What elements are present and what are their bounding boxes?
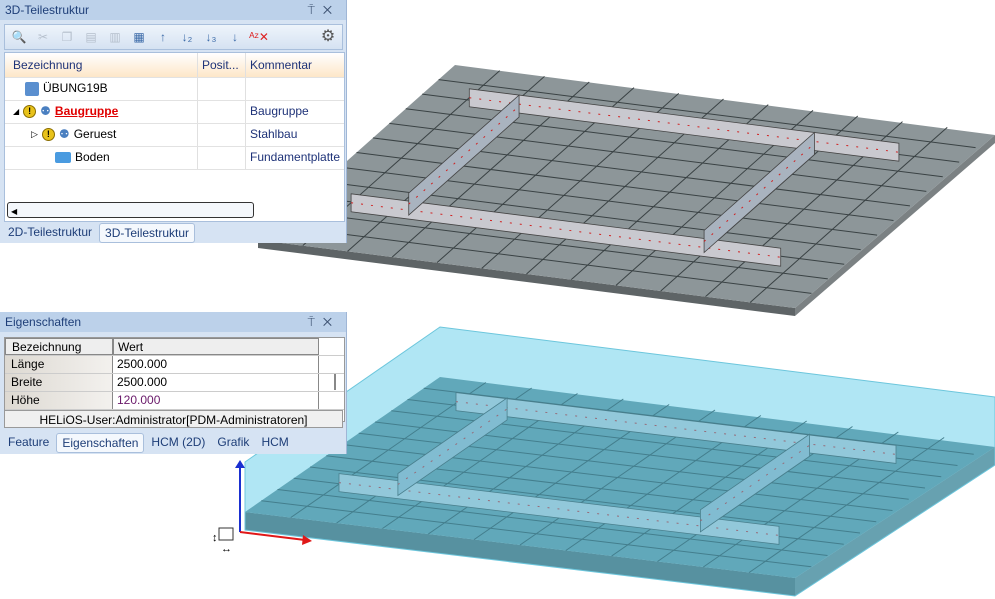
tab-hcm[interactable]: HCM	[256, 433, 293, 453]
paste-icon[interactable]: ▤	[81, 28, 101, 46]
cut-icon[interactable]: ✂	[33, 28, 53, 46]
eigenschaften-panel: Eigenschaften ⍑✕ Bezeichnung Wert Länge 25…	[0, 312, 347, 454]
collapse-all-icon[interactable]: ↑	[153, 28, 173, 46]
property-row[interactable]: Höhe 120.000	[5, 392, 344, 410]
tab-3d-teilestruktur[interactable]: 3D-Teilestruktur	[99, 223, 196, 243]
part-tree: Bezeichnung Posit... Kommentar ÜBUNG19B …	[4, 52, 345, 222]
teilestruktur-panel: 3D-Teilestruktur ⍑✕ 🔍 ✂ ❐ ▤ ▥ ▦ ↑ ↓₂ ↓₃ …	[0, 0, 347, 243]
tree-row-comment: Stahlbau	[250, 127, 298, 141]
tree-row-pos	[198, 147, 246, 169]
property-value[interactable]: 2500.000	[113, 356, 319, 373]
expanded-triangle-icon[interactable]: ◢	[13, 101, 19, 122]
tree-row-name: Baugruppe	[54, 104, 119, 118]
properties-tabs: Feature Eigenschaften HCM (2D) Grafik HC…	[0, 433, 294, 453]
tree-row[interactable]: ◢! ⚉ Baugruppe Baugruppe	[5, 101, 344, 124]
tab-grafik[interactable]: Grafik	[212, 433, 254, 453]
warning-icon: !	[41, 128, 55, 142]
horizontal-scrollbar[interactable]: ◀	[7, 202, 254, 218]
panel-title: 3D-Teilestruktur ⍑✕	[0, 0, 346, 20]
property-value[interactable]: 120.000	[113, 392, 319, 409]
model-view-top	[258, 65, 995, 316]
expand-level2-icon[interactable]: ↓₂	[177, 28, 197, 46]
copy-icon[interactable]: ❐	[57, 28, 77, 46]
tree-header: Bezeichnung Posit... Kommentar	[5, 53, 344, 78]
tab-hcm-2d[interactable]: HCM (2D)	[146, 433, 210, 453]
property-row[interactable]: Länge 2500.000	[5, 356, 344, 374]
property-name: Länge	[5, 356, 113, 373]
pin-icon[interactable]: ⍑	[308, 3, 323, 17]
paste-reference-icon[interactable]: ▦	[129, 28, 149, 46]
tree-row-comment: Fundamentplatte	[250, 150, 341, 164]
tree-row-pos	[198, 101, 246, 123]
column-header-wert[interactable]: Wert	[113, 338, 319, 355]
pin-icon[interactable]: ⍑	[308, 315, 323, 329]
tree-tabs: 2D-Teilestruktur 3D-Teilestruktur	[0, 223, 196, 243]
assembly-icon: ⚉	[40, 104, 51, 119]
tree-row-comment	[246, 78, 344, 100]
transparent-slab	[244, 326, 995, 597]
column-header-bezeichnung[interactable]: Bezeichnung	[5, 53, 198, 77]
tree-row-name: Geruest	[73, 127, 117, 141]
tree-row-comment: Baugruppe	[250, 104, 309, 118]
search-icon[interactable]: 🔍	[9, 28, 29, 46]
svg-text:↔: ↔	[221, 543, 232, 555]
assembly-root-icon	[25, 81, 39, 96]
tab-eigenschaften[interactable]: Eigenschaften	[56, 433, 145, 453]
close-icon[interactable]: ✕	[323, 315, 340, 329]
svg-text:↕: ↕	[212, 532, 218, 544]
part-block-icon	[55, 152, 71, 164]
expand-all-icon[interactable]: ↓	[225, 28, 245, 46]
tree-row-pos	[198, 78, 246, 100]
model-view-bottom	[244, 326, 995, 597]
grid-header: Bezeichnung Wert	[5, 338, 344, 356]
tree-row[interactable]: ▷! ⚉ Geruest Stahlbau	[5, 124, 344, 147]
paste-special-icon[interactable]: ▥	[105, 28, 125, 46]
gear-icon[interactable]: ⚙	[318, 28, 338, 46]
tree-row[interactable]: Boden Fundamentplatte	[5, 147, 344, 170]
tree-row-name: ÜBUNG19B	[43, 81, 108, 95]
property-name: Höhe	[5, 392, 113, 409]
user-status: HELiOS-User:Administrator[PDM-Administra…	[4, 410, 343, 428]
panel-title-text: 3D-Teilestruktur	[5, 3, 90, 17]
column-header-bezeichnung[interactable]: Bezeichnung	[5, 338, 113, 355]
tab-2d-teilestruktur[interactable]: 2D-Teilestruktur	[3, 223, 97, 243]
column-header-kommentar[interactable]: Kommentar	[246, 53, 344, 77]
tree-row[interactable]: ÜBUNG19B	[5, 78, 344, 101]
column-header-position[interactable]: Posit...	[198, 53, 246, 77]
assembly-icon: ⚉	[58, 127, 70, 142]
property-value[interactable]: 2500.000	[113, 374, 319, 391]
property-row[interactable]: Breite 2500.000	[5, 374, 344, 392]
tab-feature[interactable]: Feature	[3, 433, 54, 453]
expand-level3-icon[interactable]: ↓₃	[201, 28, 221, 46]
vertical-scrollbar[interactable]	[334, 374, 336, 390]
panel-title: Eigenschaften ⍑✕	[0, 312, 346, 332]
toolbar: 🔍 ✂ ❐ ▤ ▥ ▦ ↑ ↓₂ ↓₃ ↓ ᴬᶻ✕ ⚙	[4, 24, 343, 50]
property-name: Breite	[5, 374, 113, 391]
panel-title-text: Eigenschaften	[5, 315, 82, 329]
scroll-left-icon[interactable]: ◀	[8, 207, 17, 216]
collapsed-triangle-icon[interactable]: ▷	[31, 124, 38, 145]
close-icon[interactable]: ✕	[323, 3, 340, 17]
sort-remove-icon[interactable]: ᴬᶻ✕	[249, 28, 269, 46]
tree-row-name: Boden	[75, 150, 110, 164]
tree-row-pos	[198, 124, 246, 146]
warning-icon: !	[23, 105, 37, 119]
